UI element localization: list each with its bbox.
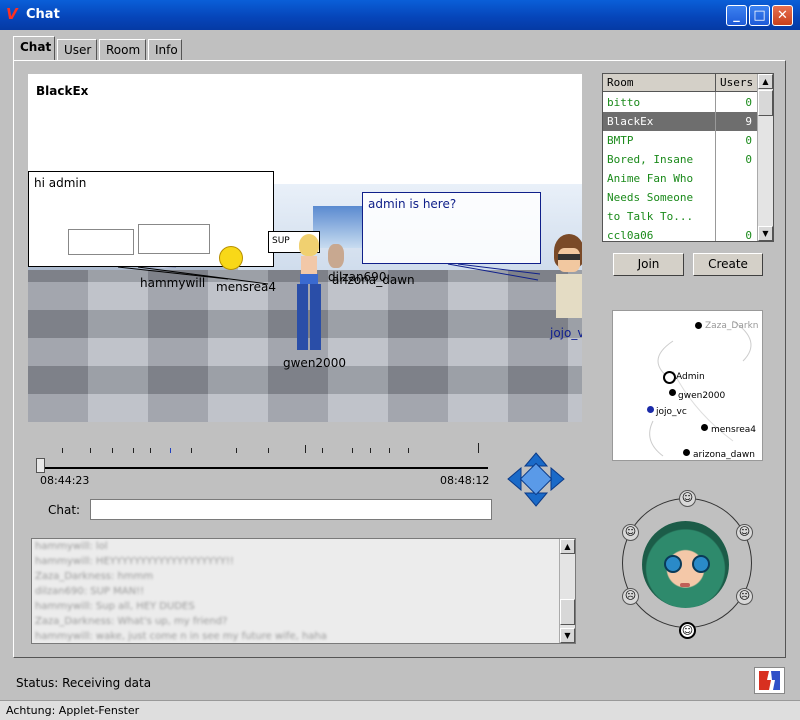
maximize-button[interactable]: □ [749, 5, 770, 26]
room-row[interactable]: to Talk To... [603, 207, 758, 226]
timeline-thumb[interactable] [36, 458, 45, 473]
room-row[interactable]: bitto 0 [603, 93, 758, 112]
map-label: gwen2000 [678, 391, 726, 401]
column-header-room[interactable]: Room [603, 74, 715, 92]
room-row[interactable]: Needs Someone [603, 188, 758, 207]
log-line: Zaza_Darkness: What's up, my friend? [35, 616, 228, 627]
applet-warning-text: Achtung: Applet-Fenster [6, 704, 140, 717]
minimize-button[interactable]: _ [726, 5, 747, 26]
room-row[interactable]: Bored, Insane 0 [603, 150, 758, 169]
avatar-portrait [642, 521, 729, 608]
scroll-thumb[interactable] [560, 599, 575, 625]
map-user-dot[interactable] [701, 424, 708, 431]
emotion-angry-icon[interactable]: ☹ [736, 588, 753, 605]
applet-warning-bar: Achtung: Applet-Fenster [0, 700, 800, 720]
log-line: hammywill: wake, just come n in see my f… [35, 631, 327, 642]
window-title: Chat [26, 7, 60, 22]
arrow-right-icon[interactable] [550, 466, 565, 492]
avatar-label: mensrea4 [216, 280, 276, 294]
room-row-selected[interactable]: BlackEx 9 [603, 112, 758, 131]
scroll-down-icon[interactable]: ▼ [560, 628, 575, 643]
emotion-selected-icon[interactable]: ☺ [679, 622, 696, 639]
smiley-avatar[interactable] [219, 246, 243, 270]
emotion-sad-icon[interactable]: ☹ [622, 588, 639, 605]
avatar-label: arizona_dawn [332, 273, 415, 287]
avatar-figure-gwen2000[interactable] [291, 234, 327, 352]
tab-info[interactable]: Info [148, 39, 182, 60]
brand-logo [754, 667, 785, 694]
avatar-label: hammywill [140, 276, 206, 290]
map-user-dot[interactable] [683, 449, 690, 456]
room-row[interactable]: ccl0a06 0 [603, 226, 758, 241]
create-button[interactable]: Create [693, 253, 763, 276]
chat-label: Chat: [48, 503, 81, 517]
room-list-scrollbar[interactable]: ▲ ▼ [757, 74, 773, 241]
navigation-arrows[interactable] [506, 451, 566, 508]
map-self-marker[interactable] [663, 371, 676, 384]
map-label: arizona_dawn [693, 450, 755, 460]
avatar-figure-jojo_vc[interactable] [552, 234, 582, 324]
emotion-smile-icon[interactable]: ☺ [736, 524, 753, 541]
log-line: dilzan690: SUP MAN!! [35, 586, 145, 597]
map-label: Admin [676, 372, 705, 382]
scroll-down-icon[interactable]: ▼ [758, 226, 773, 241]
map-label: Zaza_Darkn [705, 321, 759, 331]
status-text: Status: Receiving data [16, 676, 152, 690]
map-label: jojo_vc [656, 407, 687, 417]
scroll-thumb[interactable] [758, 90, 773, 116]
map-label: mensrea4 [711, 425, 756, 435]
tab-room[interactable]: Room [99, 39, 146, 60]
avatar-figure-dilzan690[interactable] [328, 244, 344, 268]
chat-input[interactable] [90, 499, 492, 520]
close-button[interactable]: ✕ [772, 5, 793, 26]
room-row[interactable]: Anime Fan Who [603, 169, 758, 188]
room-map[interactable]: Zaza_Darkn Admin gwen2000 jojo_vc mensre… [612, 310, 763, 461]
map-user-dot[interactable] [669, 389, 676, 396]
map-user-dot[interactable] [647, 406, 654, 413]
scroll-up-icon[interactable]: ▲ [560, 539, 575, 554]
app-logo-icon: V [6, 5, 18, 23]
chat-log-scrollbar[interactable]: ▲ ▼ [559, 539, 575, 643]
avatar-label: gwen2000 [283, 356, 346, 370]
arrow-left-icon[interactable] [507, 466, 522, 492]
timeline-track [40, 467, 488, 469]
chat-scene[interactable]: BlackEx hi admin SUP admin is here? hamm… [28, 74, 582, 422]
log-line: Zaza_Darkness: hmmm [35, 571, 154, 582]
scroll-up-icon[interactable]: ▲ [758, 74, 773, 89]
map-user-dot[interactable] [695, 322, 702, 329]
timeline-start-time: 08:44:23 [40, 474, 90, 487]
tab-chat[interactable]: Chat [13, 36, 55, 61]
chat-log[interactable]: hammywill: lol hammywill: HEYYYYYYYYYYYY… [31, 538, 576, 644]
room-list[interactable]: Room Users bitto 0 BlackEx 9 BMTP 0 Bored, … [602, 73, 774, 242]
emotion-neutral-icon[interactable]: ☺ [622, 524, 639, 541]
room-row[interactable]: BMTP 0 [603, 131, 758, 150]
timeline-end-time: 08:48:12 [440, 474, 490, 487]
join-button[interactable]: Join [613, 253, 684, 276]
avatar-label: jojo_vc [550, 326, 582, 340]
log-line: hammywill: lol [35, 541, 108, 552]
log-line: hammywill: Sup all, HEY DUDES [35, 601, 195, 612]
timeline-slider[interactable] [40, 438, 490, 478]
emotion-happy-icon[interactable]: ☺ [679, 490, 696, 507]
column-header-users[interactable]: Users [715, 74, 758, 92]
log-line: hammywill: HEYYYYYYYYYYYYYYYYYYY!! [35, 556, 234, 567]
tab-user[interactable]: User [57, 39, 97, 60]
title-bar: V Chat _ □ ✕ [0, 0, 800, 30]
